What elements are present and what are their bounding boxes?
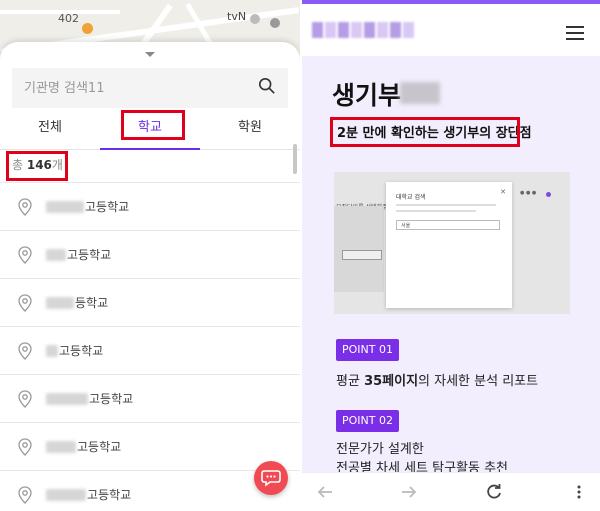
site-logo[interactable] (312, 22, 414, 38)
site-header (302, 4, 600, 56)
redacted-name (46, 296, 74, 309)
school-name: 고등학교 (59, 344, 104, 358)
browser-nav-bar (302, 472, 600, 511)
list-item[interactable]: 고등학교 (0, 374, 300, 422)
point-badge: POINT 01 (336, 339, 399, 361)
redacted-name (46, 392, 88, 405)
map-label: 402 (58, 12, 79, 25)
institution-search-input[interactable] (24, 80, 258, 96)
preview-active-dot (546, 192, 551, 197)
redacted-name (46, 440, 76, 453)
back-arrow-icon[interactable] (316, 483, 334, 501)
list-item[interactable]: 고등학교 (0, 326, 300, 374)
search-bar (12, 68, 288, 108)
location-pin-icon (18, 293, 32, 312)
location-pin-icon (18, 485, 32, 504)
list-item[interactable]: 등학교 (0, 278, 300, 326)
bottom-sheet: 전체 학교 학원 총 146개 고등학교 고등학교 등학교 고등학교 (0, 42, 300, 511)
map-poi-icon (82, 23, 93, 34)
preview-search-field: 서울 (396, 220, 500, 230)
list-item[interactable]: 고등학교 (0, 230, 300, 278)
search-icon[interactable] (258, 77, 276, 99)
highlight-box (6, 151, 68, 181)
school-name: 고등학교 (89, 392, 134, 406)
reload-icon[interactable] (485, 483, 503, 501)
preview-text-line (396, 204, 496, 206)
more-vertical-icon[interactable] (570, 483, 588, 501)
map-label: tvN (227, 10, 247, 23)
service-landing-page: 생기부 2분 만에 확인하는 생기부의 장단점 모집단위를 선택해주 대학교 검… (302, 0, 600, 511)
point-text: 평균 (336, 374, 365, 389)
school-name: 고등학교 (87, 488, 132, 502)
location-pin-icon (18, 245, 32, 264)
redacted-name (46, 488, 86, 501)
point-description: 평균 35페이지의 자세한 분석 리포트 (336, 370, 538, 389)
point-badge: POINT 02 (336, 410, 399, 432)
chat-button[interactable] (254, 461, 288, 495)
point-text-bold: 35페이지 (364, 374, 419, 389)
school-name: 등학교 (75, 296, 109, 310)
chat-icon (261, 470, 281, 487)
tab-academy[interactable]: 학원 (200, 114, 300, 149)
feature-preview-screenshot: 모집단위를 선택해주 대학교 검색 ✕ 서울 ● ● ● (334, 172, 570, 314)
redacted-name (46, 200, 84, 213)
preview-text-line (396, 210, 476, 212)
map-poi-icon (250, 14, 260, 24)
redacted-name (46, 248, 66, 261)
highlight-box (121, 110, 185, 140)
list-item[interactable]: 고등학교 (0, 422, 300, 470)
list-item[interactable]: 고등학교 (0, 182, 300, 230)
point-text: 전문가가 설계한 (336, 442, 424, 457)
school-list: 고등학교 고등학교 등학교 고등학교 고등학교 고등학교 고등학교 (0, 182, 300, 511)
preview-step-dots: ● ● ● (520, 190, 537, 196)
list-scrollbar[interactable] (293, 144, 297, 174)
sheet-collapse-handle[interactable] (145, 52, 155, 57)
location-pin-icon (18, 389, 32, 408)
school-name: 고등학교 (85, 200, 130, 214)
location-pin-icon (18, 437, 32, 456)
preview-button (342, 250, 382, 260)
preview-field-value: 서울 (401, 223, 411, 229)
preview-modal: 대학교 검색 ✕ 서울 (386, 182, 512, 308)
preview-modal-title: 대학교 검색 (396, 194, 426, 201)
map-poi-icon (270, 18, 280, 28)
location-pin-icon (18, 197, 32, 216)
page-title: 생기부 (332, 81, 402, 110)
school-name: 고등학교 (67, 248, 112, 262)
tab-all[interactable]: 전체 (0, 114, 100, 149)
school-name: 고등학교 (77, 440, 122, 454)
hamburger-menu-icon[interactable] (566, 26, 584, 40)
forward-arrow-icon[interactable] (400, 483, 418, 501)
school-search-panel: 402 tvN 전체 학교 학원 총 146개 고등학교 (0, 0, 300, 511)
redacted-title-part (400, 82, 440, 104)
preview-sidebar (334, 206, 384, 292)
highlight-box (330, 117, 520, 147)
redacted-name (46, 344, 58, 357)
point-text: 의 자세한 분석 리포트 (418, 374, 539, 389)
location-pin-icon (18, 341, 32, 360)
close-icon: ✕ (500, 188, 506, 196)
